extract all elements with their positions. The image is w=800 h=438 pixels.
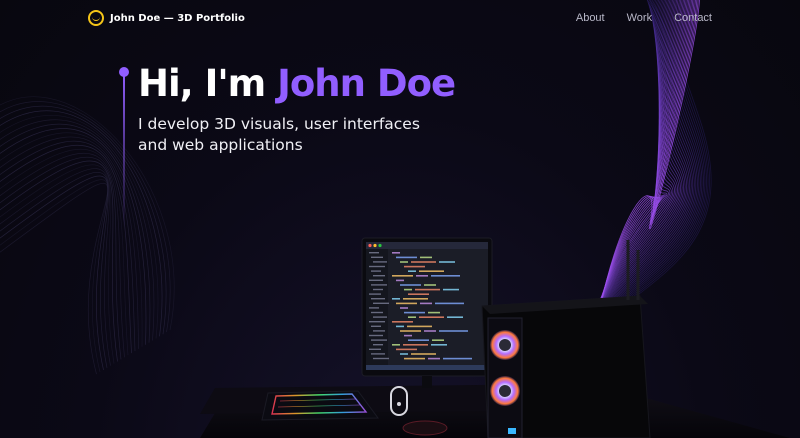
pc-tower [481,240,651,438]
portfolio-page: John Doe — 3D Portfolio About Work Conta… [0,0,800,438]
rgb-keyboard [261,390,379,421]
scroll-down-mouse-icon[interactable] [390,386,408,416]
desk-setup-3d-scene [200,237,790,438]
monitor [361,237,493,388]
